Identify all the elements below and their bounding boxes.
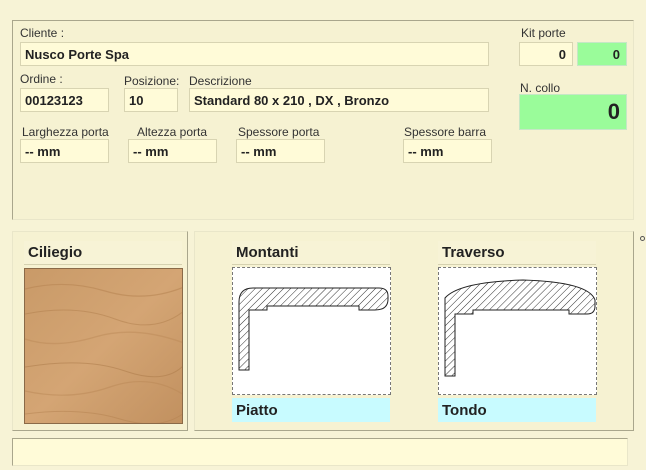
spessore-barra-field[interactable]: -- mm (403, 139, 492, 163)
montanti-title: Montanti (232, 241, 390, 265)
traverso-title: Traverso (438, 241, 596, 265)
spessore-porta-label: Spessore porta (238, 125, 320, 139)
larghezza-field[interactable]: -- mm (20, 139, 109, 163)
kit-porte-label: Kit porte (521, 26, 566, 40)
traverso-type: Tondo (438, 398, 596, 422)
traverso-profile (438, 267, 597, 395)
descrizione-field[interactable]: Standard 80 x 210 , DX , Bronzo (189, 88, 489, 112)
finish-name: Ciliegio (24, 241, 182, 265)
posizione-label: Posizione: (124, 74, 180, 88)
status-bar (12, 438, 628, 466)
kit-porte-field-1[interactable]: 0 (519, 42, 573, 66)
larghezza-label: Larghezza porta (22, 125, 109, 139)
ordine-field[interactable]: 00123123 (20, 88, 109, 112)
montanti-profile-icon (238, 287, 389, 371)
ordine-label: Ordine : (20, 72, 63, 86)
montanti-type: Piatto (232, 398, 390, 422)
scroll-marker (640, 236, 645, 241)
n-collo-field[interactable]: 0 (519, 94, 627, 130)
kit-porte-field-2[interactable]: 0 (577, 42, 627, 66)
posizione-field[interactable]: 10 (124, 88, 178, 112)
altezza-field[interactable]: -- mm (128, 139, 217, 163)
traverso-profile-icon (444, 279, 596, 377)
cliente-label: Cliente : (20, 26, 65, 40)
altezza-label: Altezza porta (137, 125, 208, 139)
descrizione-label: Descrizione (189, 74, 252, 88)
wood-texture (25, 269, 182, 423)
montanti-profile (232, 267, 391, 395)
n-collo-label: N. collo (520, 81, 561, 95)
spessore-barra-label: Spessore barra (404, 125, 487, 139)
spessore-porta-field[interactable]: -- mm (236, 139, 325, 163)
cliente-field[interactable]: Nusco Porte Spa (20, 42, 489, 66)
wood-swatch (24, 268, 183, 424)
